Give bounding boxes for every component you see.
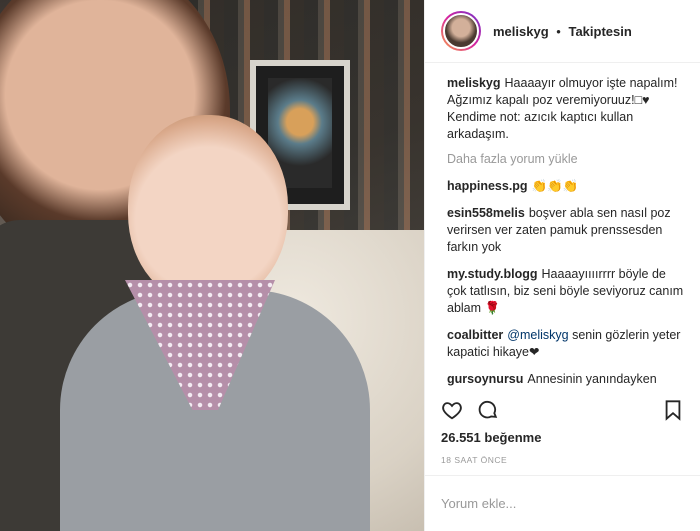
- comment-mention[interactable]: @meliskyg: [507, 328, 568, 342]
- post-header: meliskyg • Takiptesin: [425, 0, 700, 63]
- action-bar: [425, 390, 700, 430]
- comment-item: my.study.blogg Haaaayıııırrrr böyle de ço…: [447, 266, 684, 317]
- comment-item: coalbitter @meliskyg senin gözlerin yeter…: [447, 327, 684, 361]
- comment-username[interactable]: happiness.pg: [447, 179, 528, 193]
- avatar[interactable]: [441, 11, 481, 51]
- comment-item: gursoynursuAnnesinin yanındayken annesin…: [447, 371, 684, 390]
- load-more-comments-button[interactable]: Daha fazla yorum yükle: [447, 151, 684, 168]
- comments-list: meliskyg Haaaayır olmuyor işte napalım! A…: [425, 63, 700, 390]
- header-username[interactable]: meliskyg: [493, 24, 549, 39]
- add-comment-bar: [425, 475, 700, 531]
- following-button[interactable]: Takiptesin: [568, 24, 631, 39]
- post-sidebar: meliskyg • Takiptesin meliskyg Haaaayır o…: [424, 0, 700, 531]
- likes-count[interactable]: 26.551 beğenme: [425, 430, 700, 447]
- instagram-post: meliskyg • Takiptesin meliskyg Haaaayır o…: [0, 0, 700, 531]
- header-text: meliskyg • Takiptesin: [493, 24, 632, 39]
- avatar-image: [443, 13, 479, 49]
- bookmark-icon[interactable]: [662, 399, 684, 421]
- comment-username[interactable]: esin558melis: [447, 206, 525, 220]
- caption-username[interactable]: meliskyg: [447, 76, 501, 90]
- post-photo[interactable]: [0, 0, 424, 531]
- post-timestamp: 18 SAAT ÖNCE: [441, 455, 508, 465]
- baby-face: [128, 115, 288, 305]
- comment-username[interactable]: coalbitter: [447, 328, 503, 342]
- comment-input[interactable]: [441, 496, 684, 511]
- heart-icon[interactable]: [441, 399, 463, 421]
- comment-icon[interactable]: [477, 399, 499, 421]
- comment-item: happiness.pg 👏👏👏: [447, 178, 684, 195]
- comment-username[interactable]: my.study.blogg: [447, 267, 538, 281]
- comment-text: 👏👏👏: [531, 179, 579, 193]
- header-separator: •: [556, 23, 561, 39]
- comment-item: esin558melis boşver abla sen nasıl poz ve…: [447, 205, 684, 256]
- caption: meliskyg Haaaayır olmuyor işte napalım! A…: [447, 75, 684, 143]
- comment-username[interactable]: gursoynursu: [447, 372, 523, 386]
